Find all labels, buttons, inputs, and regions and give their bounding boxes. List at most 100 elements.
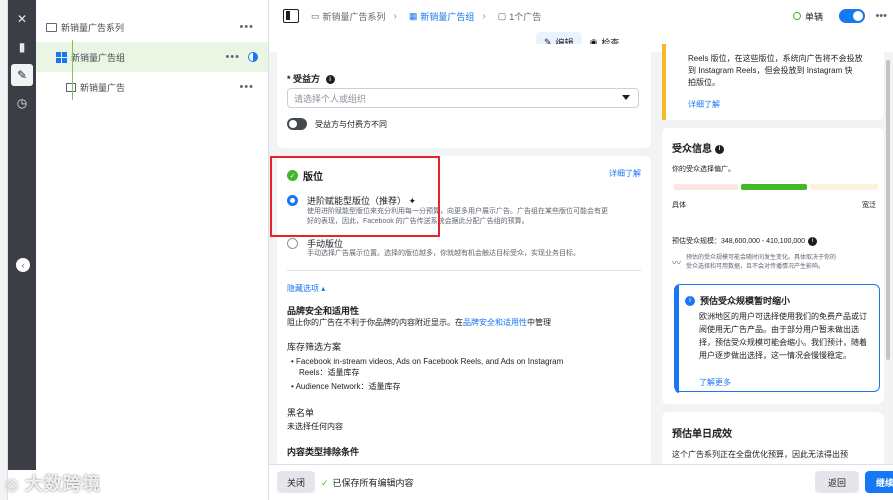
ad-icon: ▢	[497, 10, 507, 21]
beneficiary-card: * 受益方 i 请选择个人或组织 受益方与付费方不同	[277, 44, 651, 148]
tip-learn-more-link[interactable]: 了解更多	[699, 377, 731, 388]
adset-grid-icon	[56, 51, 67, 63]
reels-note-card: Reels 版位，在这些版位，系统向广告将不会投放 到 Instagram Re…	[662, 44, 884, 120]
beneficiary-diff-label: 受益方与付费方不同	[315, 120, 387, 129]
hide-options-link[interactable]: 隐藏选项 ▴	[287, 283, 325, 294]
more-icon[interactable]: •••	[225, 51, 240, 63]
info-icon[interactable]: i	[808, 236, 818, 246]
manual-placement-desc: 手动选择广告展示位置。选择的版位越多，你就越有机会触达目标受众，实现业务目标。	[307, 250, 580, 257]
audience-breadth-gauge	[674, 184, 878, 190]
info-icon[interactable]: i	[715, 144, 724, 154]
audience-desc: 你的受众选择偏广。	[672, 166, 735, 173]
single-status: 单辆	[792, 10, 823, 23]
beneficiary-diff-toggle[interactable]	[287, 118, 307, 130]
beneficiary-select[interactable]: 请选择个人或组织	[287, 88, 639, 108]
placement-card: ✓ 版位 详细了解 进阶赋能型版位（推荐） ✦ 使用进阶赋能型版位来充分利用每一…	[277, 156, 651, 466]
learn-more-link[interactable]: 详细了解	[688, 99, 720, 110]
audience-title: 受众信息 i	[672, 140, 724, 155]
clock-icon[interactable]: ◷	[11, 92, 33, 114]
placement-title: 版位	[303, 172, 323, 183]
close-icon[interactable]: ✕	[11, 8, 33, 30]
info-bar	[675, 285, 679, 393]
breadcrumb-ad[interactable]: ▢ 1个广告	[498, 10, 542, 23]
close-button[interactable]: 关闭	[277, 471, 315, 493]
caret-down-icon	[622, 95, 630, 100]
tip-header: i 预估受众规模暂时缩小	[685, 294, 790, 307]
content-type-title: 内容类型排除条件	[287, 447, 360, 457]
warning-bar	[662, 44, 666, 120]
divider	[287, 270, 641, 271]
tree-item-campaign[interactable]: 新销量广告系列 •••	[36, 12, 268, 42]
status-label: 单辆	[804, 11, 823, 22]
continue-button[interactable]: 继续	[865, 471, 893, 493]
ad-icon	[66, 82, 76, 92]
more-icon[interactable]: •••	[239, 21, 254, 33]
beneficiary-label: * 受益方 i	[287, 72, 335, 85]
campaign-tree: 新销量广告系列 ••• 新销量广告组 ••• 新销量广告 •••	[36, 0, 268, 500]
chevron-right-icon: ›	[393, 10, 397, 22]
blocklist-value: 未选择任何内容	[287, 422, 343, 431]
brand-safety-title: 品牌安全和适用性	[287, 306, 360, 316]
chevron-right-icon: ›	[482, 10, 486, 22]
bottom-bar: 关闭 ✓ 已保存所有编辑内容 返回 继续	[269, 464, 893, 500]
breadcrumb-label: 新销量广告系列	[322, 11, 386, 22]
blocklist-title: 黑名单	[287, 408, 315, 418]
manual-placement-radio[interactable]	[287, 238, 298, 249]
back-button[interactable]: 返回	[815, 471, 859, 493]
brand-safety-link[interactable]: 品牌安全和适用性	[463, 318, 527, 327]
tool-rail: ✕ ▮ ✎ ◷	[8, 0, 36, 470]
learn-more-link[interactable]: 详细了解	[609, 168, 641, 179]
gauge-label-broad: 宽泛	[862, 202, 876, 209]
top-bar: ▭ 新销量广告系列 › ▦ 新销量广告组 › ▢ 1个广告 单辆 •••	[269, 0, 893, 32]
daily-results-title: 预估单日成效	[672, 429, 732, 440]
advantage-placement-radio[interactable]	[287, 195, 298, 206]
status-dot-icon	[792, 12, 801, 20]
advantage-placement-title: 进阶赋能型版位（推荐） ✦	[307, 196, 417, 206]
sparkle-icon: ✦	[408, 196, 417, 206]
watermark-logo: ⓚ 大数跨境	[6, 474, 102, 494]
tip-body: 欧洲地区的用户可选择使用我们的免费产品或订阅使用无广告产品。由于部分用户暂未做出…	[699, 312, 867, 360]
estimated-size: 预估受众规模：348,600,000 - 410,100,000 i	[672, 236, 818, 246]
folder-icon	[46, 22, 57, 32]
more-icon[interactable]: •••	[239, 81, 254, 93]
reels-note-text: Reels 版位，在这些版位，系统向广告将不会投放 到 Instagram Re…	[688, 54, 863, 87]
folder-icon: ▭	[311, 10, 320, 21]
more-icon[interactable]: •••	[875, 10, 887, 22]
sidebar-toggle-icon[interactable]	[283, 9, 299, 23]
trend-icon: 〰	[672, 258, 682, 268]
edit-pencil-icon[interactable]: ✎	[11, 64, 33, 86]
tree-item-adset[interactable]: 新销量广告组 •••	[36, 42, 268, 72]
daily-results-card: 预估单日成效 这个广告系列正在全盘优化预算，因此无法得出预	[662, 412, 884, 472]
inventory-filter-title: 库存筛选方案	[287, 342, 342, 352]
audience-shrink-tip: i 预估受众规模暂时缩小 欧洲地区的用户可选择使用我们的免费产品或订阅使用无广告…	[674, 284, 880, 393]
chart-icon[interactable]: ▮	[11, 36, 33, 58]
tree-item-label: 新销量广告组	[71, 52, 126, 63]
active-toggle[interactable]	[839, 9, 865, 23]
edge-strip	[0, 0, 8, 500]
status-half-icon	[248, 52, 258, 62]
tree-item-ad[interactable]: 新销量广告 •••	[36, 72, 268, 102]
breadcrumb-label: 新销量广告组	[420, 11, 475, 22]
scrollbar[interactable]	[886, 60, 890, 360]
inventory-filter-item: • Facebook in-stream videos, Ads on Face…	[291, 357, 564, 377]
breadcrumb-campaign[interactable]: ▭ 新销量广告系列	[311, 10, 386, 23]
estimated-size-note: 预估的受众规模可能会随时间发生变化。具体取决于你的 受众选择和可用数据，且不会对…	[686, 255, 837, 270]
placement-header: ✓ 版位	[287, 168, 323, 183]
info-icon[interactable]: i	[325, 75, 335, 85]
gauge-label-specific: 具体	[672, 202, 686, 209]
info-icon: i	[685, 295, 695, 306]
inventory-filter-item: • Audience Network：适量库存	[291, 382, 401, 391]
collapse-panel-icon[interactable]: ‹	[16, 258, 30, 272]
tree-guide-line	[72, 40, 73, 100]
saved-status: ✓ 已保存所有编辑内容	[321, 478, 414, 488]
brand-safety-desc: 阻止你的广告在不利于你品牌的内容附近显示。在品牌安全和适用性中管理	[287, 318, 551, 327]
tip-title: 预估受众规模暂时缩小	[700, 296, 791, 306]
check-circle-icon: ✓	[287, 170, 298, 181]
breadcrumb-label: 1个广告	[509, 11, 542, 22]
daily-results-desc: 这个广告系列正在全盘优化预算，因此无法得出预	[672, 450, 848, 459]
advantage-placement-desc: 使用进阶赋能型版位来充分利用每一分预算，向更多用户展示广告。广告组在某些版位可能…	[307, 208, 608, 225]
tree-item-label: 新销量广告	[80, 82, 126, 93]
check-icon: ✓	[321, 478, 329, 488]
select-placeholder: 请选择个人或组织	[294, 93, 367, 104]
breadcrumb-adset[interactable]: ▦ 新销量广告组	[409, 10, 475, 23]
